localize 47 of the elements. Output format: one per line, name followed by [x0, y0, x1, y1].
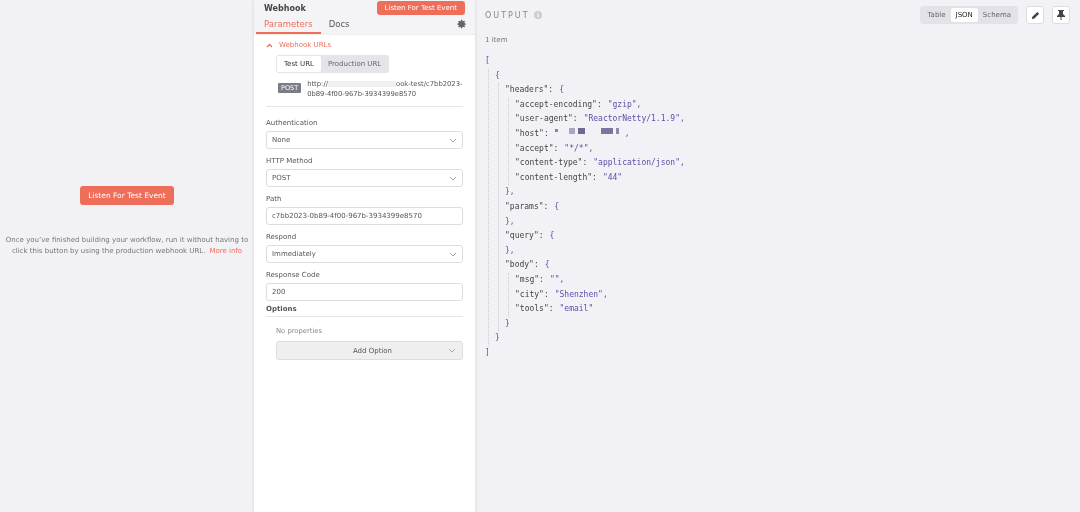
info-icon [533, 11, 542, 19]
chevron-down-icon [449, 137, 457, 143]
json-brace: } [505, 317, 510, 330]
chevron-down-icon [448, 348, 456, 353]
json-value: "", [549, 273, 565, 286]
json-key: "content-length": [515, 170, 597, 186]
json-value: "application/json", [593, 157, 685, 170]
json-brace: }, [505, 244, 515, 257]
json-brace: { [554, 200, 560, 213]
panel-tab[interactable]: Docs [320, 15, 358, 34]
json-brace: { [544, 259, 550, 272]
pencil-icon [1030, 10, 1040, 20]
json-key: "content-type": [515, 156, 588, 171]
chevron-down-icon [449, 175, 457, 181]
chevron-down-icon [449, 251, 457, 257]
json-key: "body": [505, 258, 539, 273]
json-key: "params": [505, 199, 549, 215]
json-brace: } [495, 332, 500, 345]
json-key: "tools": [515, 302, 554, 317]
json-brace: ] [485, 346, 490, 359]
settings-icon[interactable] [457, 19, 467, 29]
json-key: "accept-encoding": [515, 97, 602, 113]
panel-title: Webhook [264, 3, 306, 13]
pin-icon [1057, 10, 1065, 20]
json-brace: { [495, 69, 500, 82]
json-brace: { [549, 230, 555, 243]
json-value: "email" [559, 303, 594, 316]
json-value: , [624, 127, 630, 140]
json-value: "44" [602, 171, 623, 184]
json-brace: { [559, 84, 564, 97]
json-value: "*/*", [564, 142, 594, 155]
output-title: OUTPUT [485, 10, 530, 20]
json-key: "city": [515, 287, 549, 303]
pin-button[interactable] [1052, 6, 1070, 24]
json-brace: [ [485, 55, 490, 67]
json-key: "accept": [515, 141, 559, 157]
json-key: "msg": [515, 272, 544, 288]
json-value: "gzip", [607, 98, 642, 111]
json-value: "ReactorNetty/1.1.9", [583, 113, 685, 126]
json-value: "Shenzhen", [554, 288, 608, 301]
json-brace: }, [505, 215, 515, 228]
json-key: "user-agent": [515, 112, 578, 127]
json-brace: }, [505, 186, 515, 199]
json-key: "headers": [505, 83, 554, 98]
json-key: "query": [505, 229, 544, 244]
edit-button[interactable] [1026, 6, 1044, 24]
json-key: "host": [515, 126, 549, 142]
